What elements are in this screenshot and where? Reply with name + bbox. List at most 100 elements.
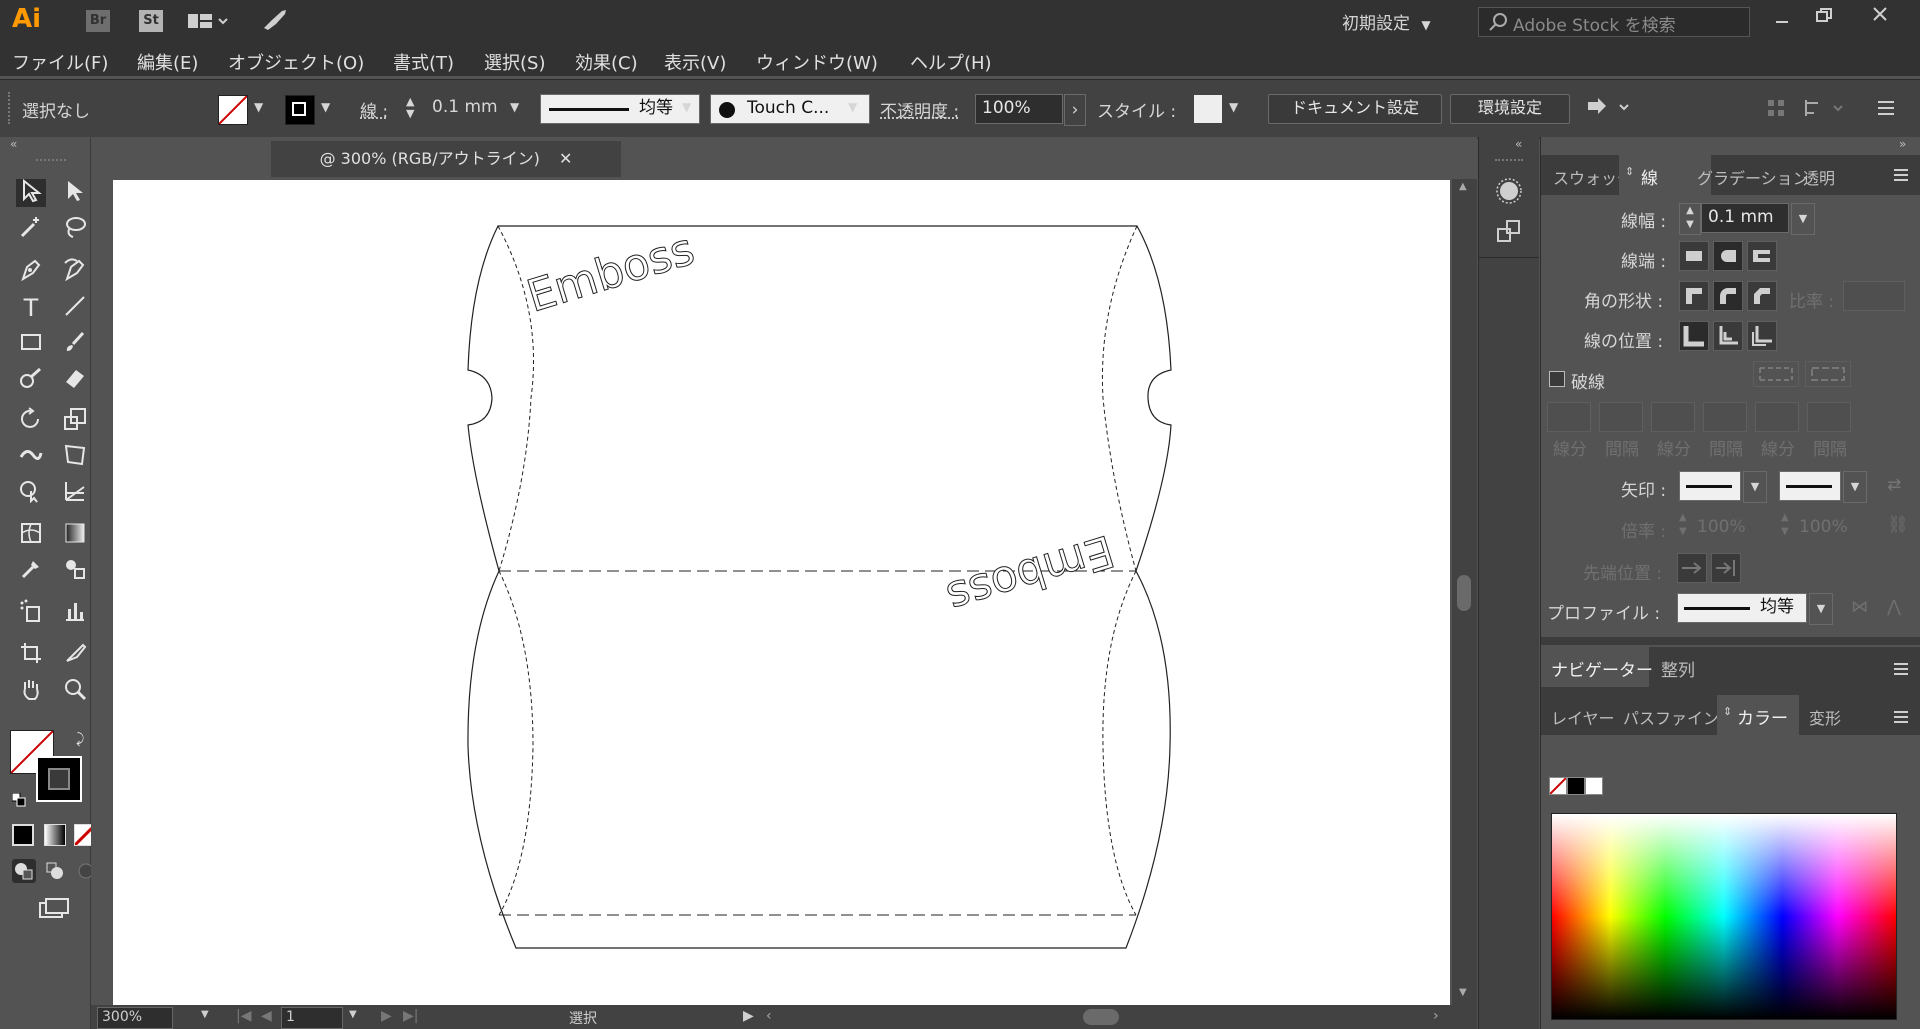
shape-builder-tool-icon[interactable]	[16, 479, 46, 507]
end-arrowhead-chevron-icon[interactable]: ▼	[1843, 471, 1867, 503]
tab-transparency[interactable]: 透明	[1803, 165, 1835, 189]
draw-behind-icon[interactable]	[43, 859, 67, 883]
free-transform-tool-icon[interactable]	[60, 443, 90, 471]
stroke-weight-stepper-icon[interactable]: ▲ ▼	[1679, 203, 1701, 235]
stroke-label[interactable]: 線 :	[360, 97, 388, 122]
blend-tool-icon[interactable]	[60, 557, 90, 585]
projecting-cap-icon[interactable]	[1747, 241, 1777, 271]
status-menu-icon[interactable]: ▶	[743, 1008, 754, 1024]
round-join-icon[interactable]	[1713, 281, 1743, 311]
menu-type[interactable]: 書式(T)	[393, 49, 454, 75]
scroll-up-icon[interactable]: ▲	[1459, 181, 1467, 192]
stock-button[interactable]: St	[139, 10, 163, 32]
vertical-scrollbar[interactable]: ▲ ▼	[1452, 179, 1477, 1005]
collapse-dock-icon[interactable]: «	[1515, 137, 1522, 151]
gradient-tool-icon[interactable]	[60, 521, 90, 549]
scroll-down-icon[interactable]: ▼	[1459, 987, 1467, 998]
pen-tool-icon[interactable]	[16, 257, 46, 285]
emboss-text-top[interactable]: Emboss	[521, 223, 701, 323]
restore-icon[interactable]	[1814, 6, 1834, 26]
tab-gradient[interactable]: グラデーション	[1697, 165, 1809, 189]
horizontal-scroll-thumb[interactable]	[1083, 1009, 1119, 1025]
scroll-right-icon[interactable]: ›	[1433, 1008, 1439, 1024]
symbol-sprayer-tool-icon[interactable]	[16, 599, 46, 627]
graphic-style-swatch[interactable]	[1194, 95, 1222, 123]
stroke-weight-chevron-icon[interactable]: ▼	[510, 100, 519, 114]
document-tab[interactable]: @ 300% (RGB/アウトライン) ✕	[271, 141, 621, 177]
panel-menu-icon[interactable]	[1876, 100, 1896, 121]
menu-effect[interactable]: 効果(C)	[575, 49, 638, 75]
appearance-panel-icon[interactable]	[1495, 177, 1523, 210]
miter-join-icon[interactable]	[1679, 281, 1709, 311]
stroke-profile-select[interactable]: 均等	[1677, 593, 1807, 623]
swap-fill-stroke-icon[interactable]: ⤸	[76, 731, 84, 747]
color-mode-icon[interactable]	[12, 824, 34, 846]
bridge-button[interactable]: Br	[86, 10, 110, 32]
tab-navigator[interactable]: ナビゲーター	[1541, 647, 1653, 687]
pillow-box-template[interactable]: Emboss Emboss	[113, 180, 1450, 1005]
screen-mode-icon[interactable]	[38, 897, 72, 921]
fill-dropdown-chevron-icon[interactable]: ▼	[254, 100, 263, 114]
stroke-swatch[interactable]	[285, 95, 315, 125]
paintbrush-tool-icon[interactable]	[60, 330, 90, 358]
artboard-chevron-icon[interactable]: ▼	[349, 1009, 357, 1020]
column-graph-tool-icon[interactable]	[60, 599, 90, 627]
stroke-stepper-icon[interactable]: ▲ ▼	[406, 96, 414, 120]
bevel-join-icon[interactable]	[1747, 281, 1777, 311]
rotate-tool-icon[interactable]	[16, 407, 46, 435]
align-outside-icon[interactable]	[1747, 321, 1777, 351]
end-arrowhead-select[interactable]	[1779, 471, 1841, 501]
style-chevron-icon[interactable]: ▼	[1229, 100, 1238, 114]
artboard[interactable]: Emboss Emboss	[113, 180, 1450, 1005]
opacity-label[interactable]: 不透明度 :	[880, 97, 959, 122]
document-setup-button[interactable]: ドキュメント設定	[1268, 94, 1442, 124]
draw-normal-icon[interactable]	[12, 859, 36, 883]
close-icon[interactable]	[1870, 4, 1890, 24]
tab-layers[interactable]: レイヤー	[1551, 705, 1615, 729]
color-panel-menu-icon[interactable]	[1893, 709, 1909, 729]
stroke-dropdown-chevron-icon[interactable]: ▼	[321, 100, 330, 114]
stroke-profile-chevron-icon[interactable]: ▼	[1809, 593, 1833, 625]
align-icon[interactable]	[1766, 98, 1786, 123]
zoom-field[interactable]: 300%	[97, 1007, 173, 1029]
perspective-grid-tool-icon[interactable]	[60, 479, 90, 507]
menu-file[interactable]: ファイル(F)	[12, 49, 108, 75]
width-tool-icon[interactable]	[16, 443, 46, 471]
eyedropper-tool-icon[interactable]	[16, 557, 46, 585]
expand-panels-icon[interactable]: »	[1899, 137, 1906, 151]
stroke-weight-field-chevron-icon[interactable]: ▼	[1791, 203, 1815, 235]
align-inside-icon[interactable]	[1713, 321, 1743, 351]
zoom-chevron-icon[interactable]: ▼	[201, 1009, 209, 1020]
slice-tool-icon[interactable]	[60, 641, 90, 669]
artboards-panel-icon[interactable]	[1495, 217, 1523, 250]
brush-chevron-icon[interactable]: ▼	[848, 100, 857, 114]
scale-tool-icon[interactable]	[60, 407, 90, 435]
white-swatch[interactable]	[1585, 777, 1603, 795]
direct-selection-tool-icon[interactable]	[60, 179, 90, 207]
eraser-tool-icon[interactable]	[60, 366, 90, 394]
dashed-line-checkbox[interactable]	[1549, 371, 1565, 387]
stroke-weight-value[interactable]: 0.1 mm	[432, 97, 498, 117]
prev-artboard-icon[interactable]: ◀	[261, 1008, 272, 1024]
close-document-icon[interactable]: ✕	[559, 149, 572, 168]
menu-select[interactable]: 選択(S)	[484, 49, 545, 75]
tab-color[interactable]: ⇕ カラー	[1717, 695, 1799, 735]
gpu-performance-icon[interactable]	[262, 8, 288, 37]
menu-edit[interactable]: 編集(E)	[137, 49, 198, 75]
mesh-tool-icon[interactable]	[16, 521, 46, 549]
start-arrowhead-select[interactable]	[1679, 471, 1741, 501]
last-artboard-icon[interactable]: ▶|	[403, 1008, 418, 1024]
stroke-weight-field[interactable]: 0.1 mm	[1701, 203, 1789, 233]
menu-help[interactable]: ヘルプ(H)	[910, 49, 992, 75]
menu-window[interactable]: ウィンドウ(W)	[756, 49, 878, 75]
stroke-panel-menu-icon[interactable]	[1893, 167, 1909, 187]
none-swatch[interactable]	[1549, 777, 1567, 795]
artboard-number-field[interactable]: 1	[281, 1007, 343, 1029]
zoom-tool-icon[interactable]	[60, 677, 90, 705]
butt-cap-icon[interactable]	[1679, 241, 1709, 271]
opacity-field[interactable]: 100%	[975, 94, 1063, 124]
curvature-tool-icon[interactable]	[60, 257, 90, 285]
default-fill-stroke-icon[interactable]	[11, 792, 26, 807]
scroll-left-icon[interactable]: ‹	[766, 1008, 772, 1024]
tab-transform[interactable]: 変形	[1809, 705, 1841, 729]
